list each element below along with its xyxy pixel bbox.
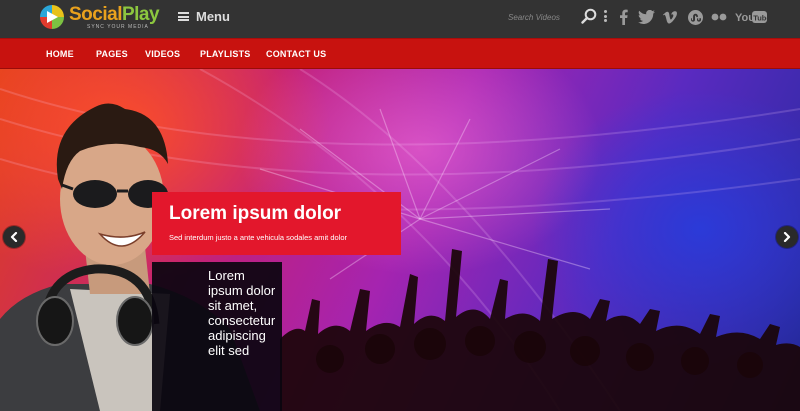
top-bar: SocialPlay SYNC YOUR MEDIA Menu You Tube — [0, 0, 800, 38]
svg-text:Tube: Tube — [753, 14, 767, 23]
slide-caption-title: Lorem ipsum dolor — [169, 203, 342, 224]
slider-prev-button[interactable] — [3, 226, 25, 248]
nav-item-playlists[interactable]: PLAYLISTS — [200, 49, 250, 59]
svg-text:You: You — [735, 12, 755, 24]
menu-label: Menu — [196, 9, 230, 24]
vimeo-icon[interactable] — [662, 8, 677, 26]
slide-caption-panel: Lorem ipsum dolor Sed interdum justo a a… — [152, 192, 401, 255]
hero-slider: Lorem ipsum dolor Sed interdum justo a a… — [0, 69, 800, 411]
main-navigation: HOME PAGES VIDEOS PLAYLISTS CONTACT US — [0, 38, 800, 69]
logo-tagline: SYNC YOUR MEDIA — [87, 23, 149, 30]
slide-text-body: Lorem ipsum dolor sit amet, consectetur … — [208, 268, 276, 358]
nav-item-contact-us[interactable]: CONTACT US — [266, 49, 326, 59]
stumbleupon-icon[interactable] — [687, 8, 703, 26]
search-icon[interactable] — [581, 8, 597, 24]
menu-toggle-button[interactable]: Menu — [178, 9, 230, 24]
youtube-icon[interactable]: You Tube — [735, 8, 767, 26]
logo-wordmark: SocialPlay — [69, 3, 160, 25]
nav-item-home[interactable]: HOME — [46, 49, 74, 59]
site-logo[interactable]: SocialPlay SYNC YOUR MEDIA — [40, 3, 160, 30]
nav-item-videos[interactable]: VIDEOS — [145, 49, 180, 59]
search-input[interactable] — [508, 8, 570, 26]
flickr-icon[interactable] — [711, 8, 727, 26]
slide-text-panel: Lorem ipsum dolor sit amet, consectetur … — [152, 262, 282, 411]
logo-play-icon — [40, 5, 64, 29]
chevron-right-icon — [783, 232, 791, 242]
twitter-icon[interactable] — [637, 8, 656, 26]
hamburger-icon — [178, 12, 189, 21]
chevron-left-icon — [10, 232, 18, 242]
nav-item-pages[interactable]: PAGES — [96, 49, 128, 59]
slide-caption-subtitle: Sed interdum justo a ante vehicula sodal… — [169, 233, 348, 242]
facebook-icon[interactable] — [617, 8, 629, 26]
more-options-icon[interactable] — [604, 10, 607, 22]
slider-next-button[interactable] — [776, 226, 798, 248]
